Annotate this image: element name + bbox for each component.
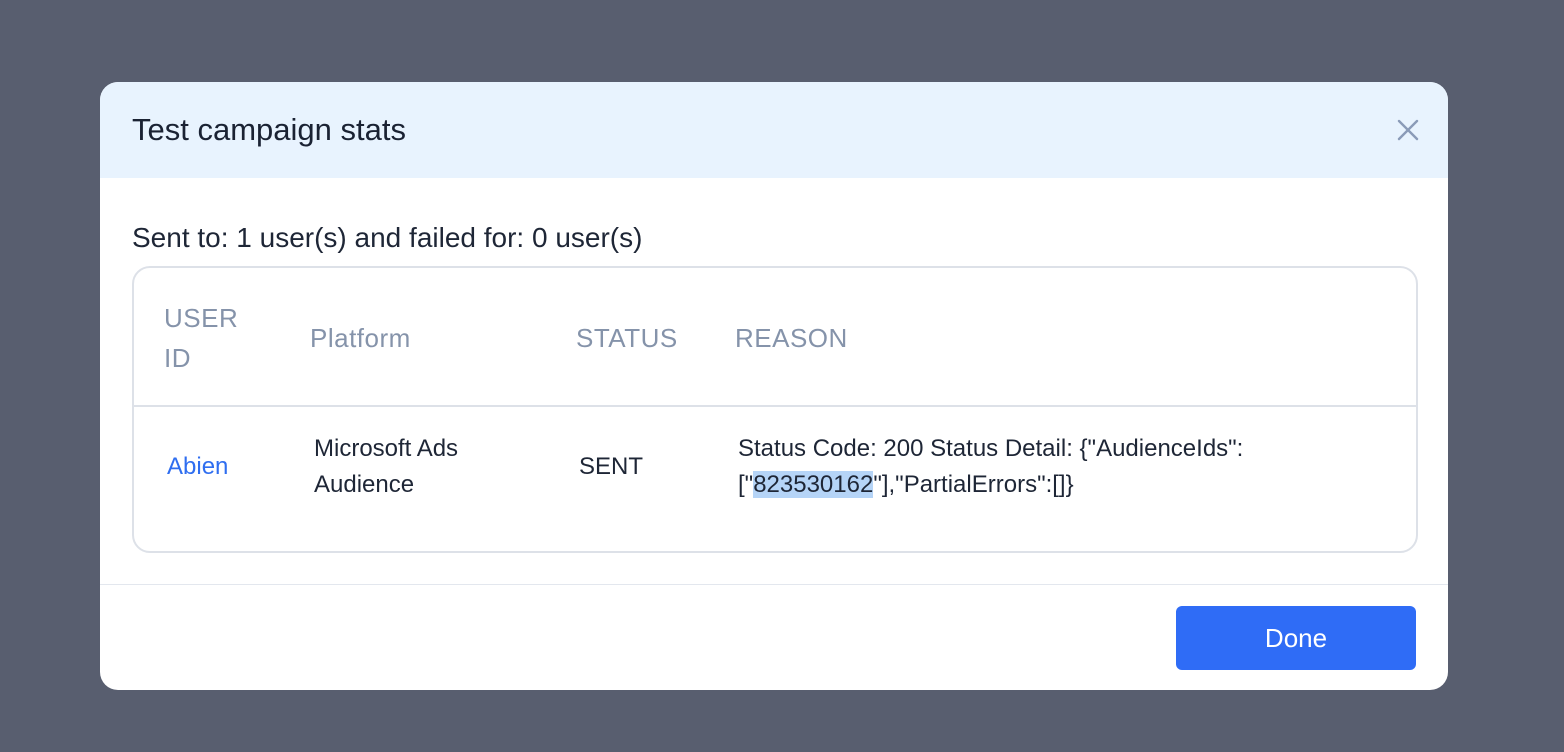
send-summary: Sent to: 1 user(s) and failed for: 0 use…	[132, 222, 643, 253]
results-table: USER ID Platform STATUS REASON Abien Mic…	[132, 266, 1418, 553]
dialog-title: Test campaign stats	[132, 112, 406, 147]
column-header-reason: REASON	[735, 323, 848, 353]
reason-text-end: "],"PartialErrors":[]}	[873, 471, 1074, 498]
selected-audience-id: 823530162	[753, 471, 874, 498]
user-id-link[interactable]: Abien	[167, 449, 228, 485]
table-row: Abien Microsoft Ads Audience SENT Status…	[134, 407, 1416, 551]
done-button[interactable]: Done	[1176, 606, 1416, 670]
column-header-user-id: USER ID	[164, 303, 239, 373]
column-header-status: STATUS	[576, 323, 678, 353]
platform-cell: Microsoft Ads Audience	[314, 435, 459, 498]
column-header-platform: Platform	[310, 323, 411, 353]
table-header: USER ID Platform STATUS REASON	[134, 268, 1416, 407]
reason-cell[interactable]: Status Code: 200 Status Detail: {"Audien…	[738, 431, 1358, 503]
close-button[interactable]	[1390, 112, 1426, 148]
status-cell: SENT	[579, 453, 644, 480]
close-icon	[1397, 119, 1419, 141]
test-campaign-stats-dialog: Test campaign stats Sent to: 1 user(s) a…	[100, 82, 1448, 690]
footer-divider	[100, 584, 1448, 585]
dialog-header: Test campaign stats	[100, 82, 1448, 178]
